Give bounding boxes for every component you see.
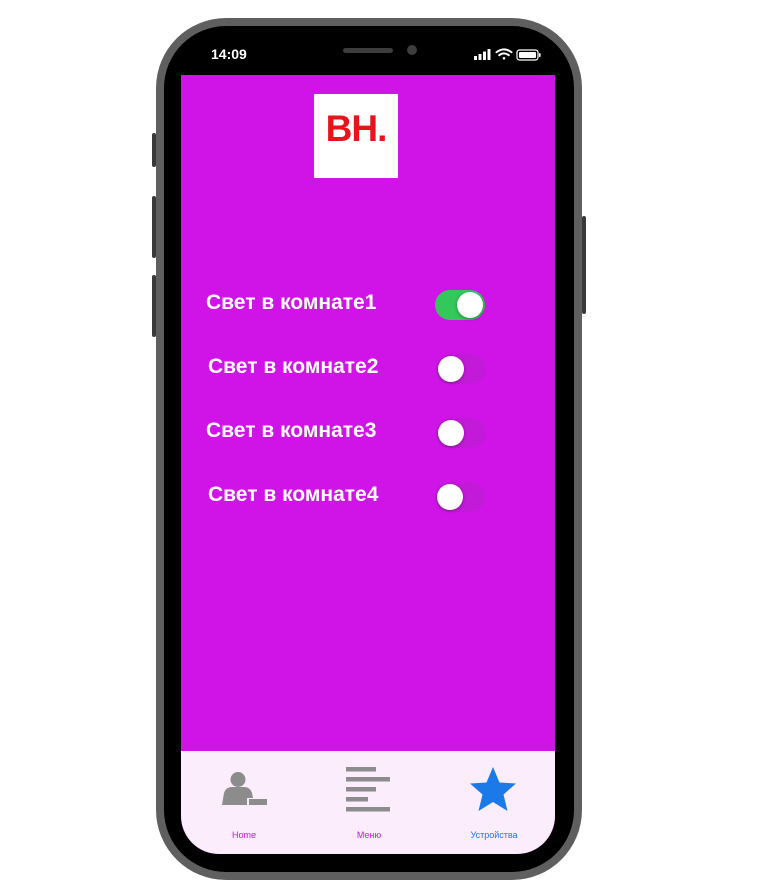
light-toggle-room3[interactable] <box>436 418 486 448</box>
app-screen: BH. Свет в комнате1 Свет в комнате2 Свет… <box>181 75 555 854</box>
app-logo: BH. <box>314 94 398 178</box>
status-time: 14:09 <box>211 46 247 62</box>
light-label-room2: Свет в комнате2 <box>208 355 379 378</box>
menu-lines-icon <box>346 767 390 812</box>
star-icon <box>470 767 516 811</box>
light-toggle-room2[interactable] <box>436 354 486 384</box>
speaker-grille <box>343 48 393 53</box>
page: 14:09 BH. Свет в комнате1 Свет в комнате… <box>0 0 770 889</box>
power-button <box>582 216 586 314</box>
toggle-knob <box>457 292 483 318</box>
battery-icon <box>516 49 541 61</box>
tab-home[interactable]: Home <box>201 761 287 846</box>
front-camera <box>407 45 417 55</box>
toggle-knob <box>437 484 463 510</box>
tab-bar: Home Меню Устройства <box>181 751 555 854</box>
light-label-room3: Свет в комнате3 <box>206 419 377 442</box>
toggle-knob <box>438 420 464 446</box>
signal-icon <box>474 49 491 60</box>
tab-devices[interactable]: Устройства <box>451 761 537 846</box>
logo-text: BH. <box>325 108 388 149</box>
tab-devices-label: Устройства <box>470 830 518 840</box>
user-icon <box>222 772 267 805</box>
light-toggle-room4[interactable] <box>435 482 485 512</box>
tab-home-label: Home <box>231 830 256 840</box>
tab-menu[interactable]: Меню <box>326 761 412 846</box>
wifi-icon <box>495 48 513 60</box>
light-label-room4: Свет в комнате4 <box>208 483 379 506</box>
light-toggle-room1[interactable] <box>435 290 485 320</box>
toggle-knob <box>438 356 464 382</box>
tab-menu-label: Меню <box>356 830 382 840</box>
light-label-room1: Свет в комнате1 <box>206 291 377 314</box>
status-icons <box>474 47 544 61</box>
